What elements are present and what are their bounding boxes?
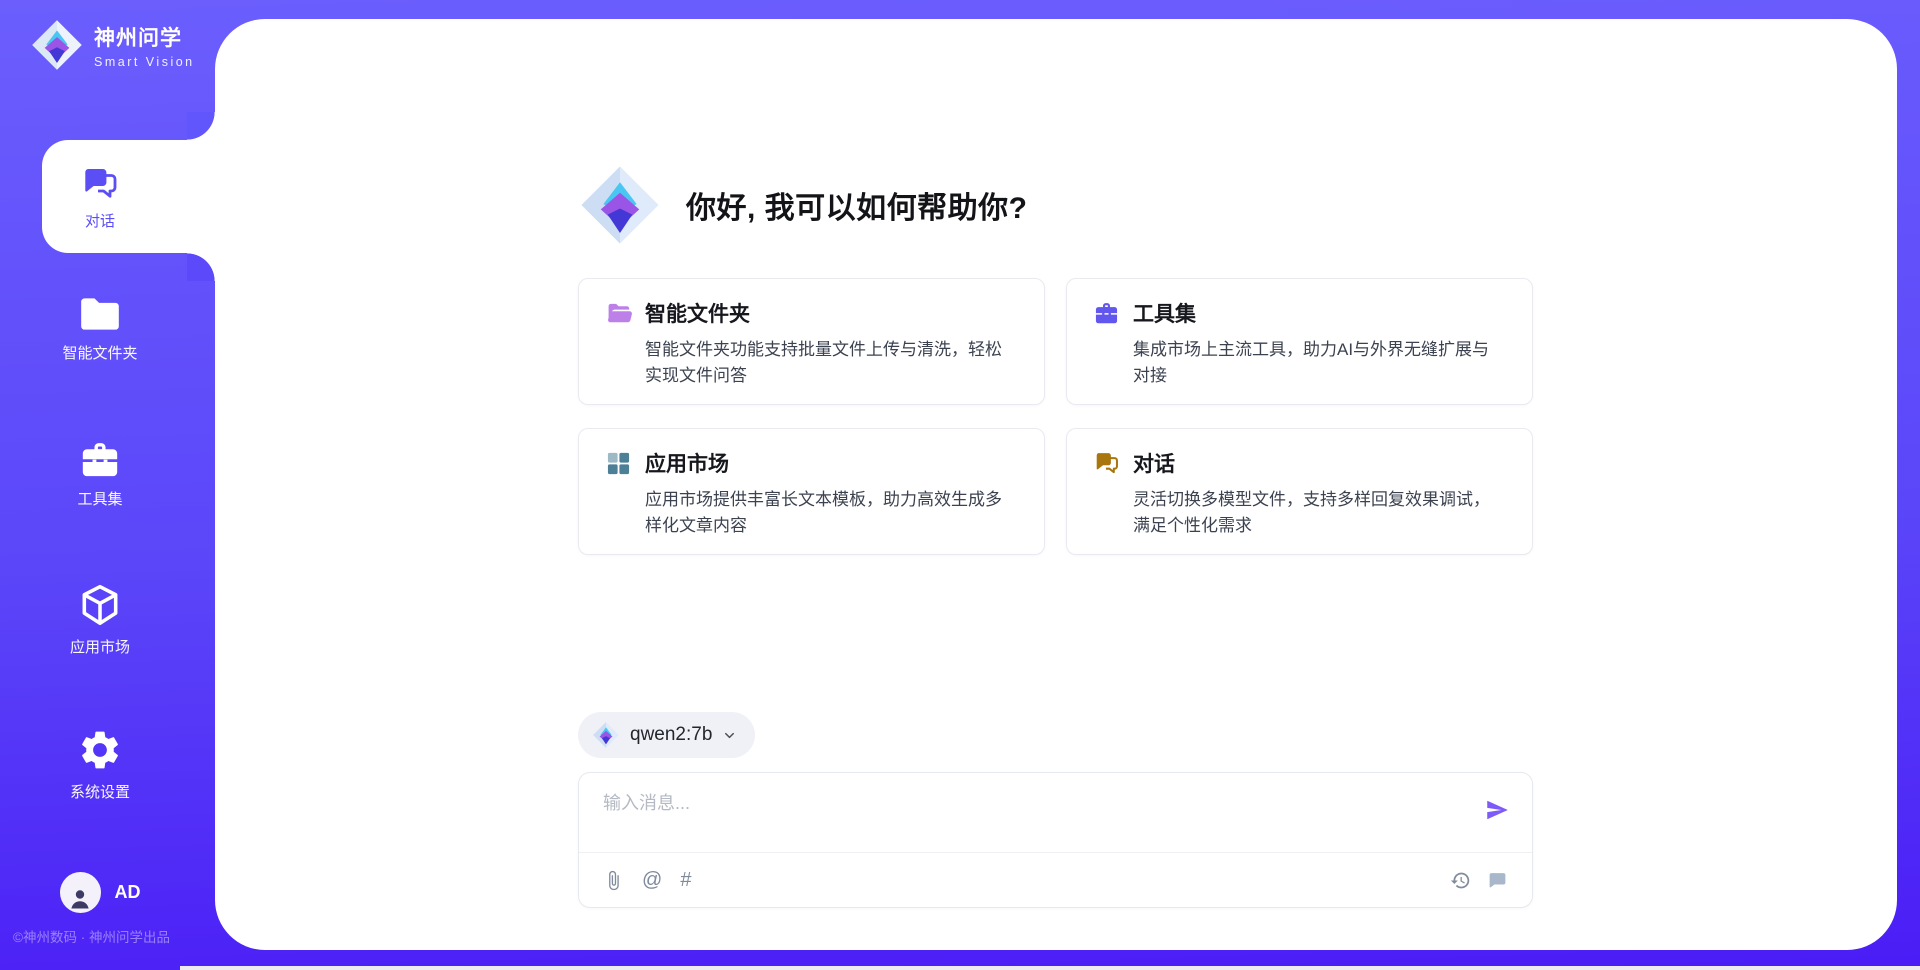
grid-icon [605,450,632,477]
history-icon [1450,870,1471,891]
user-profile[interactable]: AD [0,872,200,913]
message-input[interactable] [603,789,1463,841]
card-app-market[interactable]: 应用市场 应用市场提供丰富长文本模板，助力高效生成多样化文章内容 [578,428,1045,555]
brand-subtitle: Smart Vision [94,55,195,69]
sidebar-item-settings[interactable]: 系统设置 [0,727,200,802]
app-window: 神州问学 Smart Vision 对话 智能文件夹 [0,0,1920,970]
hash-icon[interactable]: # [680,870,691,890]
card-title: 应用市场 [645,448,729,478]
person-icon [66,883,94,913]
card-toolset[interactable]: 工具集 集成市场上主流工具，助力AI与外界无缝扩展与对接 [1066,278,1533,405]
card-description: 灵活切换多模型文件，支持多样回复效果调试，满足个性化需求 [1133,487,1506,538]
toolbox-icon [77,438,123,480]
chevron-down-icon [722,728,737,743]
chat-icon [80,163,120,203]
avatar [60,872,101,913]
card-description: 集成市场上主流工具，助力AI与外界无缝扩展与对接 [1133,337,1506,388]
brand-diamond-icon [578,163,662,247]
tab-fillet-top [187,112,215,140]
feature-cards: 智能文件夹 智能文件夹功能支持批量文件上传与清洗，轻松实现文件问答 工具集 [578,278,1533,555]
card-description: 智能文件夹功能支持批量文件上传与清洗，轻松实现文件问答 [645,337,1018,388]
folder-icon [77,294,123,334]
gear-icon [77,727,123,773]
greeting-text: 你好, 我可以如何帮助你? [686,183,1028,227]
sidebar-item-smart-folder[interactable]: 智能文件夹 [0,294,200,363]
user-name: AD [115,882,141,903]
message-composer: @ # [578,772,1533,908]
model-selector[interactable]: qwen2:7b [578,712,755,758]
comment-button[interactable] [1487,870,1508,891]
sidebar-item-label: 系统设置 [70,781,130,802]
tab-fillet-bottom [187,253,215,281]
model-name: qwen2:7b [630,724,712,746]
card-chat[interactable]: 对话 灵活切换多模型文件，支持多样回复效果调试，满足个性化需求 [1066,428,1533,555]
attach-file-button[interactable] [603,870,624,891]
sidebar-item-toolset[interactable]: 工具集 [0,438,200,509]
card-smart-folder[interactable]: 智能文件夹 智能文件夹功能支持批量文件上传与清洗，轻松实现文件问答 [578,278,1045,405]
greeting-row: 你好, 我可以如何帮助你? [578,163,1028,247]
sidebar: 神州问学 Smart Vision 对话 智能文件夹 [0,0,215,970]
cube-icon [77,582,123,628]
brand-name: 神州问学 [94,22,195,52]
at-icon[interactable]: @ [642,870,662,890]
sidebar-item-label: 智能文件夹 [62,342,137,363]
card-title: 对话 [1133,448,1175,478]
card-description: 应用市场提供丰富长文本模板，助力高效生成多样化文章内容 [645,487,1018,538]
brand-diamond-icon [30,18,84,72]
send-icon [1484,797,1510,823]
brand-diamond-icon [592,721,620,749]
comment-icon [1487,870,1508,891]
history-button[interactable] [1450,870,1471,891]
send-button[interactable] [1484,797,1510,823]
main-panel: 你好, 我可以如何帮助你? 智能文件夹 智能文件夹功能支持批量文件上传与清洗，轻… [215,19,1897,950]
card-title: 工具集 [1133,298,1196,328]
window-bottom-edge [180,966,1920,970]
card-title: 智能文件夹 [645,298,750,328]
brand: 神州问学 Smart Vision [30,18,195,72]
paperclip-icon [603,870,624,891]
chat-bubbles-icon [1093,450,1120,477]
briefcase-icon [1093,300,1120,327]
folder-open-icon [605,300,632,327]
sidebar-item-label: 应用市场 [70,636,130,657]
copyright: ©神州数码 · 神州问学出品 [13,926,170,946]
sidebar-item-app-market[interactable]: 应用市场 [0,582,200,657]
composer-toolbar: @ # [603,853,1508,907]
sidebar-item-chat[interactable]: 对话 [42,140,220,253]
sidebar-item-label: 对话 [85,210,115,231]
sidebar-item-label: 工具集 [77,488,122,509]
